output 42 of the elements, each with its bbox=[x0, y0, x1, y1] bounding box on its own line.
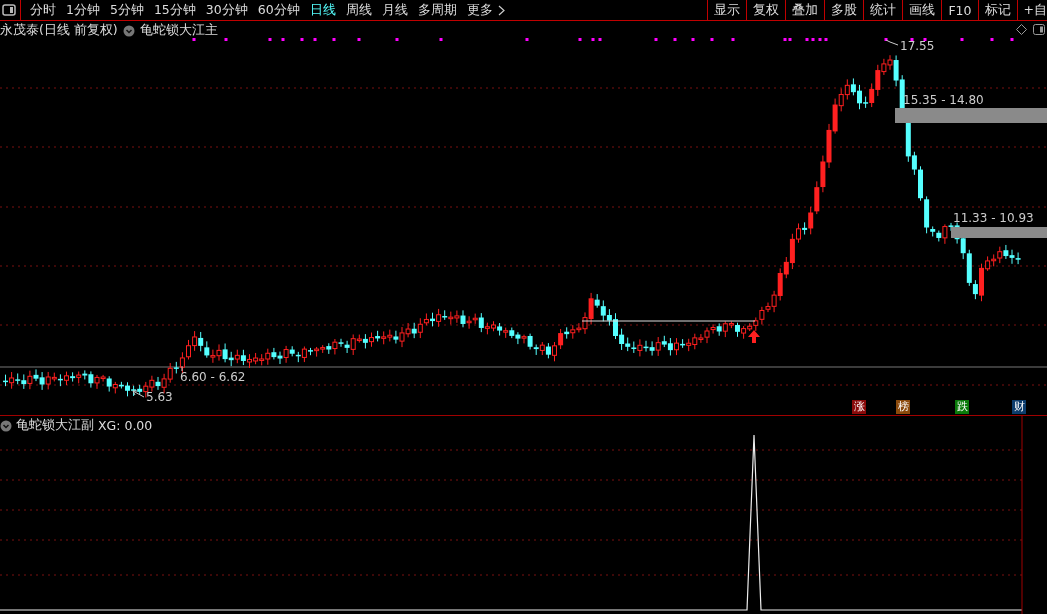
news-badge[interactable]: 涨 bbox=[852, 400, 866, 414]
period-tab[interactable]: 多周期 bbox=[412, 1, 462, 19]
indicator-name[interactable]: 龟蛇锁大江副 bbox=[16, 417, 94, 434]
period-tab[interactable]: 周线 bbox=[340, 1, 377, 19]
collapse-icon[interactable] bbox=[0, 419, 12, 432]
period-tab[interactable]: 1分钟 bbox=[61, 1, 105, 19]
news-badge[interactable]: 跌 bbox=[955, 400, 969, 414]
toolbar-button[interactable]: 标记 bbox=[977, 0, 1017, 20]
leader-line bbox=[885, 39, 899, 46]
leader-line bbox=[181, 365, 183, 372]
leader-line bbox=[132, 390, 145, 398]
toolbar-button[interactable]: 复权 bbox=[746, 0, 786, 20]
toolbar-button[interactable]: 画线 bbox=[902, 0, 942, 20]
price-label: 5.63 bbox=[146, 390, 173, 404]
news-badge[interactable]: 财 bbox=[1012, 400, 1026, 414]
indicator-name[interactable]: 龟蛇锁大江主 bbox=[139, 22, 218, 39]
toolbar-button[interactable]: 统计 bbox=[863, 0, 903, 20]
period-tab[interactable]: 更多 bbox=[461, 1, 498, 19]
diamond-icon[interactable] bbox=[1016, 24, 1027, 35]
period-tab[interactable]: 30分钟 bbox=[200, 1, 253, 19]
toolbar-button[interactable]: +自 bbox=[1016, 0, 1047, 20]
panel-toggle-icon[interactable] bbox=[1033, 24, 1045, 35]
collapse-icon[interactable] bbox=[122, 24, 135, 37]
indicator-reading: XG: 0.00 bbox=[98, 418, 153, 433]
period-tab[interactable]: 15分钟 bbox=[148, 1, 201, 19]
period-tab[interactable]: 分时 bbox=[25, 1, 61, 19]
period-tab[interactable]: 60分钟 bbox=[252, 1, 305, 19]
chevron-icon[interactable] bbox=[497, 4, 505, 16]
chart-title: 永茂泰(日线 前复权) bbox=[0, 22, 118, 39]
period-tab[interactable]: 月线 bbox=[376, 1, 413, 19]
price-label: 11.33 - 10.93 bbox=[953, 211, 1034, 225]
toolbar-button[interactable]: 显示 bbox=[707, 0, 747, 20]
price-label: 6.60 - 6.62 bbox=[180, 370, 246, 384]
price-label: 17.55 bbox=[900, 39, 935, 53]
panel-toggle-icon[interactable] bbox=[2, 4, 16, 16]
toolbar-button[interactable]: F10 bbox=[941, 0, 978, 20]
period-tab[interactable]: 5分钟 bbox=[104, 1, 149, 19]
up-arrow-icon bbox=[748, 330, 760, 343]
toolbar-button[interactable]: 叠加 bbox=[785, 0, 825, 20]
period-tab[interactable]: 日线 bbox=[304, 1, 341, 19]
news-badge[interactable]: 榜 bbox=[896, 400, 910, 414]
toolbar-button[interactable]: 多股 bbox=[824, 0, 864, 20]
